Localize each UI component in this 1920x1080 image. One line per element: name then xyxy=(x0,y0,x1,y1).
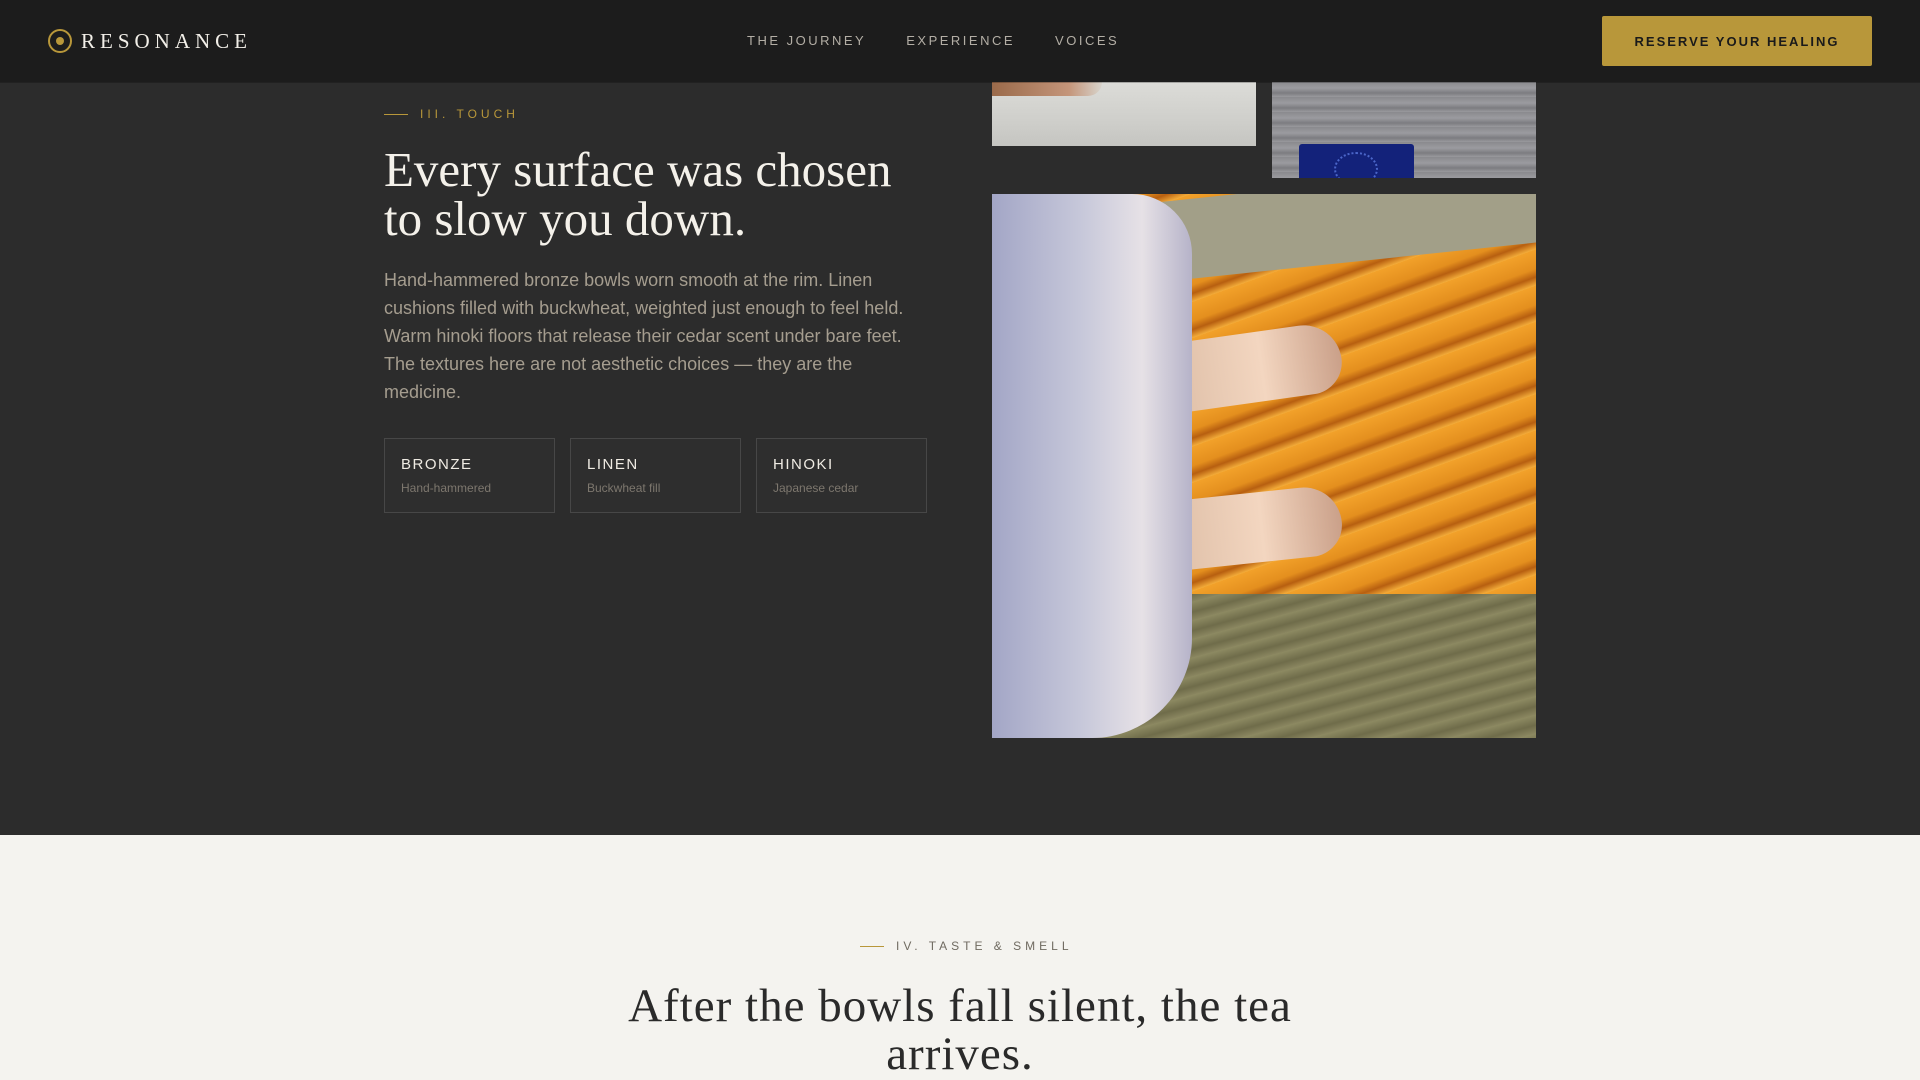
nav-links: THE JOURNEY EXPERIENCE VOICES xyxy=(747,33,1159,48)
touch-body-text: Hand-hammered bronze bowls worn smooth a… xyxy=(384,270,904,402)
eyebrow-label: III. TOUCH xyxy=(420,107,519,121)
headline-line-1: Every surface was chosen xyxy=(384,142,892,197)
section-eyebrow-taste: IV. TASTE & SMELL xyxy=(860,939,1073,953)
nav-link-the-journey[interactable]: THE JOURNEY xyxy=(747,33,866,48)
material-title: LINEN xyxy=(587,456,639,473)
taste-headline: After the bowls fall silent, the tea arr… xyxy=(560,982,1360,1078)
section-eyebrow-touch: III. TOUCH xyxy=(384,107,519,121)
eyebrow-rule xyxy=(860,945,884,947)
top-navigation: RESONANCE THE JOURNEY EXPERIENCE VOICES … xyxy=(0,0,1920,82)
material-card-bronze: BRONZE Hand-hammered xyxy=(384,438,555,513)
taste-smell-section: IV. TASTE & SMELL After the bowls fall s… xyxy=(0,835,1920,1080)
material-title: HINOKI xyxy=(773,456,834,473)
material-cards: BRONZE Hand-hammered LINEN Buckwheat fil… xyxy=(384,438,942,513)
photo-linen-cushion xyxy=(992,82,1256,146)
material-subtitle: Buckwheat fill xyxy=(587,481,661,495)
nav-link-experience[interactable]: EXPERIENCE xyxy=(906,33,1015,48)
touch-section: III. TOUCH Every surface was chosen to s… xyxy=(0,0,1920,835)
headline-line-1: After the bowls fall silent, the tea xyxy=(628,980,1292,1032)
brand-circle-icon xyxy=(48,29,72,53)
brand-logo[interactable]: RESONANCE xyxy=(48,28,252,54)
reserve-button[interactable]: RESERVE YOUR HEALING xyxy=(1602,16,1872,66)
material-subtitle: Hand-hammered xyxy=(401,481,492,495)
brand-name: RESONANCE xyxy=(81,28,253,53)
headline-line-2: arrives. xyxy=(886,1028,1034,1080)
material-card-hinoki: HINOKI Japanese cedar xyxy=(756,438,927,513)
material-card-linen: LINEN Buckwheat fill xyxy=(570,438,741,513)
material-subtitle: Japanese cedar xyxy=(773,481,859,495)
photo-singing-bowl-mat xyxy=(1272,82,1536,178)
material-title: BRONZE xyxy=(401,456,473,473)
nav-link-voices[interactable]: VOICES xyxy=(1055,33,1119,48)
photo-bare-feet-hinoki-floor xyxy=(992,194,1536,738)
eyebrow-label: IV. TASTE & SMELL xyxy=(896,939,1073,953)
eyebrow-rule xyxy=(384,113,408,115)
headline-line-2: to slow you down. xyxy=(384,191,747,246)
touch-headline: Every surface was chosen to slow you dow… xyxy=(384,145,964,243)
